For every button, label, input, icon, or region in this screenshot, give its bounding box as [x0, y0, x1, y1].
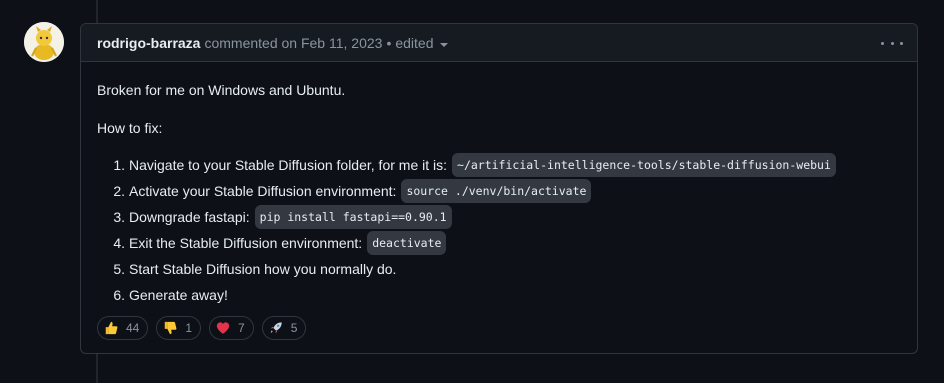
heart-icon [216, 322, 230, 334]
thumbs-up-icon [105, 321, 118, 335]
reactions-bar: 44 1 7 5 [97, 316, 307, 340]
reaction-count: 5 [290, 321, 298, 335]
list-item: 1. Navigate to your Stable Diffusion fol… [97, 152, 836, 178]
comment-header: rodrigo-barraza commented on Feb 11, 202… [81, 24, 917, 62]
reaction-heart[interactable]: 7 [209, 316, 254, 340]
inline-code: pip install fastapi==0.90.1 [254, 205, 452, 229]
reaction-thumbs-up[interactable]: 44 [97, 316, 149, 340]
avatar[interactable] [24, 22, 64, 62]
separator-dot: • [386, 34, 392, 51]
rocket-icon [270, 322, 282, 334]
edited-dropdown[interactable]: edited [395, 35, 433, 51]
intro-text: Broken for me on Windows and Ubuntu. [97, 82, 346, 98]
comment-box: rodrigo-barraza commented on Feb 11, 202… [80, 23, 918, 354]
list-item: 6. Generate away! [113, 287, 228, 303]
list-item: 2. Activate your Stable Diffusion enviro… [97, 178, 836, 204]
kebab-menu-icon[interactable] [881, 33, 903, 53]
howto-text: How to fix: [97, 120, 163, 136]
reaction-count: 7 [238, 321, 245, 335]
list-item: 3. Downgrade fastapi: pip install fastap… [97, 204, 836, 230]
reaction-rocket[interactable]: 5 [261, 316, 307, 340]
reaction-thumbs-down[interactable]: 1 [156, 316, 202, 340]
inline-code: deactivate [367, 231, 447, 255]
thumbs-down-icon [165, 321, 177, 335]
list-item: 4. Exit the Stable Diffusion environment… [97, 230, 836, 256]
inline-code: ~/artificial-intelligence-tools/stable-d… [452, 153, 836, 177]
reaction-count: 44 [126, 321, 140, 335]
list-item: 5. Start Stable Diffusion how you normal… [113, 261, 397, 277]
author-link[interactable]: rodrigo-barraza [97, 35, 200, 51]
comment-timestamp[interactable]: commented on Feb 11, 2023 [204, 35, 382, 51]
inline-code: source ./venv/bin/activate [401, 179, 592, 203]
avatar-image [24, 22, 64, 62]
reaction-count: 1 [185, 321, 193, 335]
steps-list: 1. Navigate to your Stable Diffusion fol… [97, 152, 836, 308]
chevron-down-icon[interactable] [439, 42, 448, 47]
